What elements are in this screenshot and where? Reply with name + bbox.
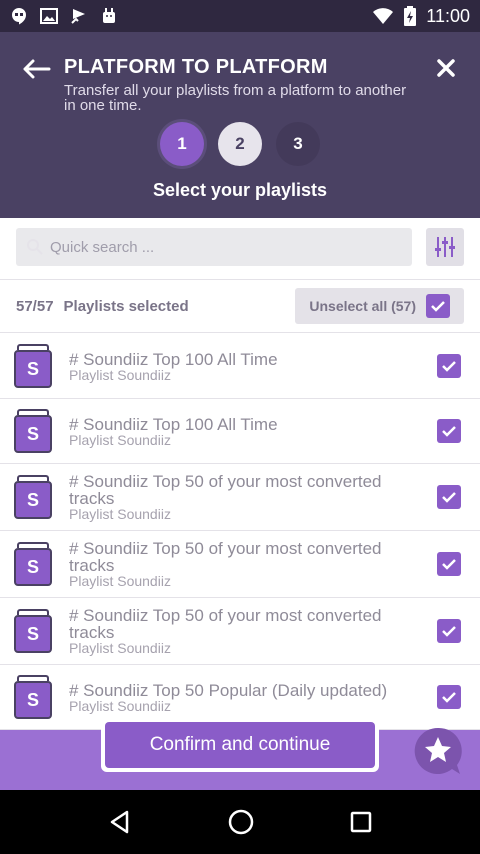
playlist-checkbox[interactable] — [437, 354, 461, 378]
search-input[interactable] — [16, 228, 412, 266]
divider — [0, 279, 480, 280]
image-icon — [40, 8, 58, 24]
android-nav-bar — [0, 790, 480, 854]
playlist-text: # Soundiiz Top 100 All Time Playlist Sou… — [69, 416, 419, 447]
playlist-title: # Soundiiz Top 50 of your most converted… — [69, 472, 382, 508]
stepper: 1 2 3 — [0, 122, 480, 166]
back-button[interactable] — [22, 54, 52, 84]
playlist-cover-icon: S — [14, 475, 52, 519]
playlist-source: Playlist Soundiiz — [69, 573, 171, 589]
check-icon — [442, 492, 456, 503]
hangouts-icon — [12, 8, 26, 25]
selected-label: Playlists selected — [63, 297, 189, 315]
header: PLATFORM TO PLATFORM Transfer all your p… — [0, 32, 480, 218]
playlist-cover-icon: S — [14, 409, 52, 453]
close-button[interactable] — [432, 54, 460, 82]
playlist-title: # Soundiiz Top 50 of your most converted… — [69, 606, 382, 642]
playlist-cover-icon: S — [14, 542, 52, 586]
playlist-text: # Soundiiz Top 50 of your most converted… — [69, 607, 419, 655]
wifi-icon — [373, 8, 394, 24]
confirm-button-frame: Confirm and continue — [101, 718, 379, 772]
playlist-selection-panel: 57/57 Playlists selected Unselect all (5… — [0, 218, 480, 730]
notification-icons — [10, 7, 118, 25]
check-icon — [442, 361, 456, 372]
playlist-source: Playlist Soundiiz — [69, 640, 171, 656]
playlist-item[interactable]: S # Soundiiz Top 50 of your most convert… — [0, 598, 480, 665]
playlist-title: # Soundiiz Top 50 of your most converted… — [69, 539, 382, 575]
home-circle-icon[interactable] — [227, 808, 255, 836]
playlist-text: # Soundiiz Top 100 All Time Playlist Sou… — [69, 351, 419, 382]
playlist-list: S # Soundiiz Top 100 All Time Playlist S… — [0, 334, 480, 730]
selected-count: 57/57 — [16, 297, 54, 315]
selection-summary: 57/57 Playlists selected Unselect all (5… — [16, 288, 464, 324]
playlist-source: Playlist Soundiiz — [69, 431, 171, 448]
search-icon — [27, 239, 43, 255]
sliders-icon — [435, 237, 455, 257]
playlist-item[interactable]: S # Soundiiz Top 50 of your most convert… — [0, 464, 480, 531]
playlist-item[interactable]: S # Soundiiz Top 50 of your most convert… — [0, 531, 480, 598]
android-icon — [103, 8, 115, 23]
playlist-checkbox[interactable] — [437, 552, 461, 576]
page-subtitle: Transfer all your playlists from a platf… — [64, 82, 407, 114]
playlist-checkbox[interactable] — [437, 619, 461, 643]
check-icon — [442, 426, 456, 437]
arrow-left-icon — [23, 59, 51, 79]
check-flag-icon — [71, 9, 85, 24]
system-icons: 11:00 — [372, 6, 470, 27]
filter-button[interactable] — [426, 228, 464, 266]
playlist-cover-icon: S — [14, 675, 52, 719]
playlist-cover-icon: S — [14, 609, 52, 653]
playlist-source: Playlist Soundiiz — [69, 697, 171, 714]
rate-app-button[interactable] — [413, 726, 463, 776]
check-icon — [442, 626, 456, 637]
unselect-all-label: Unselect all (57) — [309, 298, 416, 314]
playlist-checkbox[interactable] — [437, 685, 461, 709]
close-icon — [437, 59, 455, 77]
divider — [0, 332, 480, 333]
step-2: 2 — [218, 122, 262, 166]
step-3: 3 — [276, 122, 320, 166]
step-title: Select your playlists — [152, 180, 328, 200]
step-1: 1 — [160, 122, 204, 166]
check-icon — [442, 559, 456, 570]
playlist-cover-icon: S — [14, 344, 52, 388]
unselect-all-button[interactable]: Unselect all (57) — [295, 288, 464, 324]
playlist-title: # Soundiiz Top 50 Popular (Daily updated… — [69, 680, 388, 700]
checkbox-checked-icon — [426, 294, 450, 318]
playlist-item[interactable]: S # Soundiiz Top 100 All Time Playlist S… — [0, 334, 480, 399]
playlist-text: # Soundiiz Top 50 of your most converted… — [69, 473, 419, 521]
playlist-text: # Soundiiz Top 50 of your most converted… — [69, 540, 419, 588]
battery-charging-icon — [404, 6, 417, 26]
playlist-title: # Soundiiz Top 100 All Time — [69, 349, 278, 369]
playlist-checkbox[interactable] — [437, 485, 461, 509]
back-triangle-icon[interactable] — [107, 809, 133, 835]
playlist-text: # Soundiiz Top 50 Popular (Daily updated… — [69, 682, 419, 713]
search-row — [16, 228, 464, 268]
clock: 11:00 — [426, 5, 470, 26]
playlist-source: Playlist Soundiiz — [69, 506, 171, 522]
recents-square-icon[interactable] — [349, 810, 373, 834]
playlist-title: # Soundiiz Top 100 All Time — [69, 414, 278, 434]
confirm-button[interactable]: Confirm and continue — [105, 722, 375, 768]
playlist-checkbox[interactable] — [437, 419, 461, 443]
star-bubble-icon — [414, 727, 462, 774]
status-bar: 11:00 — [0, 0, 480, 32]
check-icon — [442, 692, 456, 703]
playlist-item[interactable]: S # Soundiiz Top 100 All Time Playlist S… — [0, 399, 480, 464]
playlist-source: Playlist Soundiiz — [69, 366, 171, 383]
page-title: PLATFORM TO PLATFORM — [64, 56, 328, 78]
